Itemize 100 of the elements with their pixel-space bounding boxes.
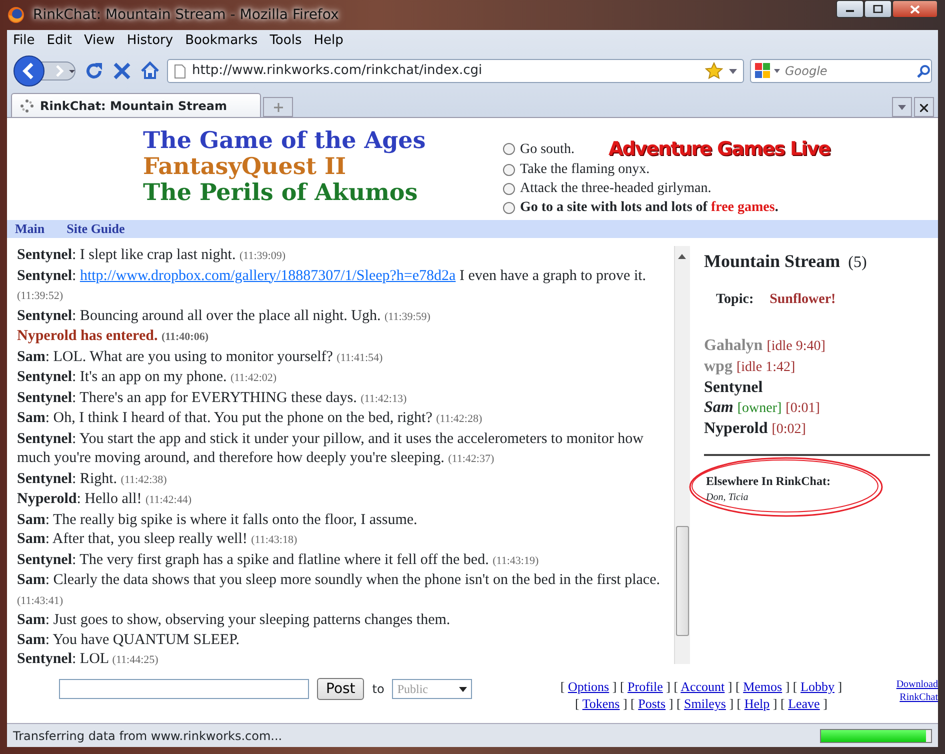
- post-button[interactable]: Post: [317, 678, 364, 700]
- chat-message: Sam: Just goes to show, observing your sleeping patterns changes them.: [17, 611, 452, 630]
- scrollbar[interactable]: [674, 246, 690, 664]
- footer-links-text: [ Tokens ] [ Posts ] [ Smileys ] [ Help ] [ Leave ]: [574, 695, 828, 712]
- user-name[interactable]: Nyperold: [704, 419, 768, 439]
- message-link[interactable]: http://www.dropbox.com/gallery/18887307/1/Sleep?h=e78d2a: [80, 268, 456, 284]
- chat-message: Sentynel: Right. (11:42:38): [17, 470, 168, 488]
- radio-button[interactable]: [503, 202, 515, 214]
- search-icon[interactable]: [917, 64, 931, 78]
- chat-message: Sentynel: There's an app for EVERYTHING these days. (11:42:13): [17, 388, 408, 408]
- page-icon: [174, 64, 186, 78]
- topic-text: Sunflower!: [770, 291, 836, 309]
- option-label[interactable]: Go south.: [520, 140, 574, 158]
- menu-item[interactable]: Help: [314, 31, 344, 51]
- dropdown-arrow-icon: [898, 105, 906, 110]
- topic-label: Topic:: [716, 291, 754, 309]
- scroll-up-icon[interactable]: [678, 254, 686, 259]
- site-banner[interactable]: Adventure Games Live: [608, 138, 830, 160]
- menu-item[interactable]: Edit: [46, 31, 72, 51]
- footer-link[interactable]: Memos: [743, 679, 782, 694]
- footer-link[interactable]: Lobby: [800, 679, 834, 694]
- footer-link[interactable]: Help: [744, 696, 770, 711]
- dropdown-arrow-icon: [729, 68, 737, 74]
- chat-message: Sentynel: The very first graph has a spike and flatline where it fell off the bed. (11:43:19): [17, 550, 540, 570]
- scrollbar-thumb[interactable]: [676, 526, 689, 636]
- footer-link[interactable]: Leave: [788, 696, 820, 711]
- search-field[interactable]: Google: [785, 62, 909, 80]
- to-label: to: [372, 681, 384, 698]
- user-count: (5): [848, 253, 867, 273]
- nav-link[interactable]: Main: [15, 219, 45, 239]
- chat-message: Nyperold: Hello all! (11:42:44): [17, 490, 192, 509]
- menu-item[interactable]: Tools: [270, 31, 302, 51]
- maximize-icon: [873, 5, 883, 13]
- tab-list-button[interactable]: [892, 97, 912, 117]
- chat-message: Sam: The really big spike is where it falls onto the floor, I assume.: [17, 510, 418, 530]
- message-input[interactable]: [59, 679, 309, 699]
- footer-link[interactable]: Tokens: [582, 696, 620, 711]
- window-title: RinkChat: Mountain Stream - Mozilla Firefox: [33, 6, 339, 24]
- footer-links-text: [ Options ] [ Profile ] [ Account ] [ Memos ] [ Lobby ]: [560, 678, 842, 695]
- chat-message: Sentynel: You start the app and stick it under your pillow, and it uses the accelerometers to monitor how much you're moving around, and therefore how deeply you're sleeping. (11:42:37): [17, 430, 644, 468]
- user-time: [0:01]: [786, 400, 820, 418]
- download-link[interactable]: Download RinkChat: [886, 678, 938, 704]
- user-name[interactable]: Sentynel: [704, 378, 763, 398]
- dropdown-arrow-icon: [459, 686, 468, 692]
- footer-link[interactable]: Profile: [628, 679, 663, 694]
- menu-item[interactable]: History: [126, 31, 174, 51]
- chat-message: Sam: Clearly the data shows that you sleep more soundly when the phone isn't on the bed in the first place. (11:43:41): [17, 571, 661, 608]
- footer-link[interactable]: Options: [568, 679, 610, 694]
- chat-message: Sentynel: I slept like crap last night. (11:39:09): [17, 246, 287, 265]
- browser-logo-icon: [7, 6, 25, 24]
- loading-spinner-icon: [20, 98, 34, 112]
- user-name[interactable]: Sam: [704, 398, 734, 418]
- chat-message: Sam: You have QUANTUM SLEEP.: [17, 630, 241, 650]
- option-label[interactable]: Take the flaming onyx.: [520, 160, 650, 179]
- address-field[interactable]: http://www.rinkworks.com/rinkchat/index.cgi: [167, 59, 744, 83]
- user-name[interactable]: wpg: [704, 357, 732, 377]
- chat-message: Sentynel: LOL (11:44:25): [17, 650, 160, 669]
- stop-icon[interactable]: [111, 60, 133, 82]
- browser-tab[interactable]: RinkChat: Mountain Stream: [11, 93, 261, 117]
- close-icon: [910, 4, 920, 14]
- star-icon: [705, 62, 723, 80]
- menu-item[interactable]: Bookmarks: [185, 31, 258, 51]
- menu-item[interactable]: View: [84, 31, 115, 51]
- footer-link[interactable]: Smileys: [684, 696, 726, 711]
- chat-event: Nyperold has entered. (11:40:06): [17, 327, 210, 346]
- chat-message: Sam: Oh, I think I heard of that. You put the phone on the bed, right? (11:42:28): [17, 409, 484, 428]
- user-time: [0:02]: [772, 421, 806, 439]
- search-engine-icon[interactable]: [755, 63, 781, 79]
- minimize-button[interactable]: [836, 0, 864, 18]
- home-icon[interactable]: [139, 60, 161, 82]
- maximize-button[interactable]: [864, 0, 892, 18]
- chat-message: Sam: LOL. What are you using to monitor yourself? (11:41:54): [17, 348, 384, 366]
- back-button[interactable]: [13, 55, 77, 87]
- close-button[interactable]: [892, 0, 938, 18]
- radio-button[interactable]: [503, 182, 515, 194]
- search-box[interactable]: Google: [750, 59, 932, 83]
- new-tab-button[interactable]: [263, 97, 293, 117]
- logo-title: The Game of the Ages: [143, 128, 427, 154]
- plus-icon: [274, 103, 282, 112]
- radio-button[interactable]: [503, 143, 515, 155]
- status-text: Transferring data from www.rinkworks.com...: [13, 728, 284, 744]
- close-tab-button[interactable]: [914, 97, 934, 117]
- logo-title: FantasyQuest II: [143, 154, 348, 180]
- option-label[interactable]: Go to a site with lots and lots of free games.: [520, 198, 778, 217]
- nav-link[interactable]: Site Guide: [66, 219, 125, 239]
- section-heading: Elsewhere In RinkChat:: [706, 473, 832, 490]
- chat-message: Sam: After that, you sleep really well! (11:43:18): [17, 530, 298, 549]
- user-role: [owner]: [737, 400, 782, 418]
- user-time: [idle 1:42]: [736, 359, 796, 377]
- radio-button[interactable]: [503, 164, 515, 176]
- footer-link[interactable]: Posts: [638, 696, 666, 711]
- menu-item[interactable]: File: [13, 31, 35, 51]
- chat-message: Sentynel: http://www.dropbox.com/gallery/18887307/1/Sleep?h=e78d2a I even have a graph to prove it. (11:39:52): [17, 266, 648, 304]
- footer-link[interactable]: Account: [680, 679, 725, 694]
- user-time: [idle 9:40]: [766, 338, 826, 356]
- user-name[interactable]: Gahalyn: [704, 336, 763, 356]
- option-label[interactable]: Attack the three-headed girlyman.: [520, 179, 712, 198]
- room-name: Mountain Stream: [704, 250, 840, 273]
- close-icon: [920, 104, 928, 112]
- logo-title: The Perils of Akumos: [143, 180, 419, 206]
